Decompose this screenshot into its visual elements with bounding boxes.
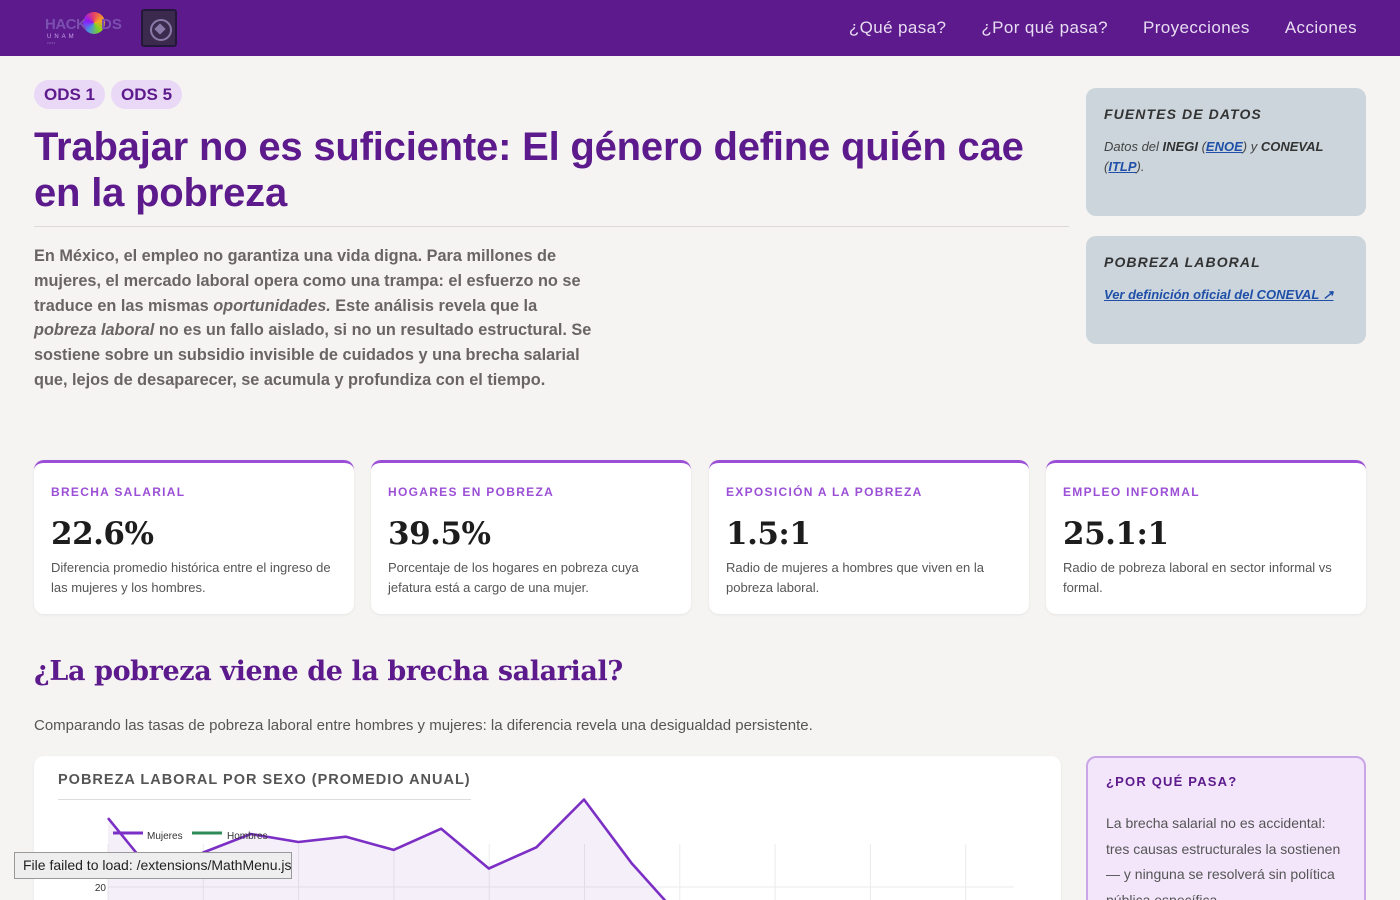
- sources-text: ) y: [1242, 139, 1261, 154]
- poverty-definition-card: POBREZA LABORAL Ver definición oficial d…: [1086, 236, 1366, 344]
- tag-ods-1: ODS 1: [34, 80, 106, 109]
- stat-card-poor-households: HOGARES EN POBREZA 39.5% Porcentaje de l…: [371, 460, 691, 614]
- error-toast: File failed to load: /extensions/MathMen…: [14, 852, 292, 879]
- poverty-card-title: POBREZA LABORAL: [1104, 254, 1261, 270]
- nav-link-por-que-pasa[interactable]: ¿Por qué pasa?: [981, 18, 1108, 38]
- why-title: ¿POR QUÉ PASA?: [1106, 774, 1238, 789]
- stat-card-informal-employment: EMPLEO INFORMAL 25.1:1 Radio de pobreza …: [1046, 460, 1366, 614]
- logo-word-b: DS: [101, 16, 122, 33]
- page-title: Trabajar no es suficiente: El género def…: [34, 125, 1024, 215]
- sources-text: Datos del: [1104, 139, 1163, 154]
- unam-seal-logo[interactable]: [141, 9, 177, 47]
- intro-em-2: pobreza laboral: [34, 321, 155, 340]
- y-tick-label: 20: [95, 883, 107, 894]
- section-lead: Comparando las tasas de pobreza laboral …: [34, 717, 813, 734]
- inegi-label: INEGI: [1162, 139, 1198, 154]
- sources-text: (: [1197, 139, 1206, 154]
- itlp-link[interactable]: ITLP: [1108, 159, 1136, 174]
- stat-card-poverty-exposure: EXPOSICIÓN A LA POBREZA 1.5:1 Radio de m…: [709, 460, 1029, 614]
- poverty-card-body: Ver definición oficial del CONEVAL ↗: [1104, 285, 1348, 305]
- stat-card-wage-gap: BRECHA SALARIAL 22.6% Diferencia promedi…: [34, 460, 354, 614]
- enoe-link[interactable]: ENOE: [1206, 139, 1243, 154]
- logos: HACK DS UNAM 2024: [43, 9, 177, 47]
- stat-value: 39.5%: [388, 516, 491, 552]
- nav-link-proyecciones[interactable]: Proyecciones: [1143, 18, 1250, 38]
- stat-label: EXPOSICIÓN A LA POBREZA: [726, 485, 923, 499]
- stat-label: EMPLEO INFORMAL: [1063, 485, 1200, 499]
- coneval-label: CONEVAL: [1260, 139, 1324, 154]
- sources-body: Datos del INEGI (ENOE) y CONEVAL (ITLP).: [1104, 137, 1348, 177]
- coneval-definition-link[interactable]: Ver definición oficial del CONEVAL ↗: [1104, 287, 1334, 302]
- stat-desc: Radio de mujeres a hombres que viven en …: [726, 560, 984, 595]
- stat-value: 25.1:1: [1063, 516, 1169, 552]
- stat-label: HOGARES EN POBREZA: [388, 485, 555, 499]
- intro-em-1: oportunidades.: [213, 296, 331, 315]
- stat-desc: Porcentaje de los hogares en pobreza cuy…: [388, 560, 639, 595]
- logo-sub: UNAM: [47, 34, 77, 40]
- stat-label: BRECHA SALARIAL: [51, 485, 186, 499]
- nav-link-que-pasa[interactable]: ¿Qué pasa?: [849, 18, 947, 38]
- stat-desc: Diferencia promedio histórica entre el i…: [51, 560, 331, 595]
- intro-text-2: Este análisis revela que la: [330, 296, 538, 315]
- nav-link-acciones[interactable]: Acciones: [1285, 18, 1357, 38]
- stat-desc: Radio de pobreza laboral en sector infor…: [1063, 560, 1332, 595]
- legend-label-hombres: Hombres: [227, 831, 268, 842]
- divider: [34, 226, 1069, 227]
- sources-title: FUENTES DE DATOS: [1104, 106, 1262, 122]
- intro-paragraph: En México, el empleo no garantiza una vi…: [34, 244, 599, 393]
- tag-ods-5: ODS 5: [111, 80, 183, 109]
- top-navbar: HACK DS UNAM 2024 ¿Qué pasa? ¿Por qué pa…: [0, 0, 1400, 56]
- logo-word-a: HACK: [45, 16, 87, 33]
- ods-tags: ODS 1 ODS 5: [34, 80, 183, 109]
- stat-value: 22.6%: [51, 516, 154, 552]
- why-card: ¿POR QUÉ PASA? La brecha salarial no es …: [1086, 756, 1366, 900]
- hackods-logo[interactable]: HACK DS UNAM 2024: [43, 10, 125, 46]
- nav-links: ¿Qué pasa? ¿Por qué pasa? Proyecciones A…: [849, 18, 1357, 38]
- sources-text: ).: [1136, 159, 1145, 174]
- why-body: La brecha salarial no es accidental: tre…: [1106, 815, 1341, 900]
- legend-label-mujeres: Mujeres: [147, 831, 183, 842]
- logo-year: 2024: [47, 41, 56, 45]
- stat-value: 1.5:1: [726, 516, 811, 552]
- sources-card: FUENTES DE DATOS Datos del INEGI (ENOE) …: [1086, 88, 1366, 216]
- section-heading: ¿La pobreza viene de la brecha salarial?: [34, 656, 623, 687]
